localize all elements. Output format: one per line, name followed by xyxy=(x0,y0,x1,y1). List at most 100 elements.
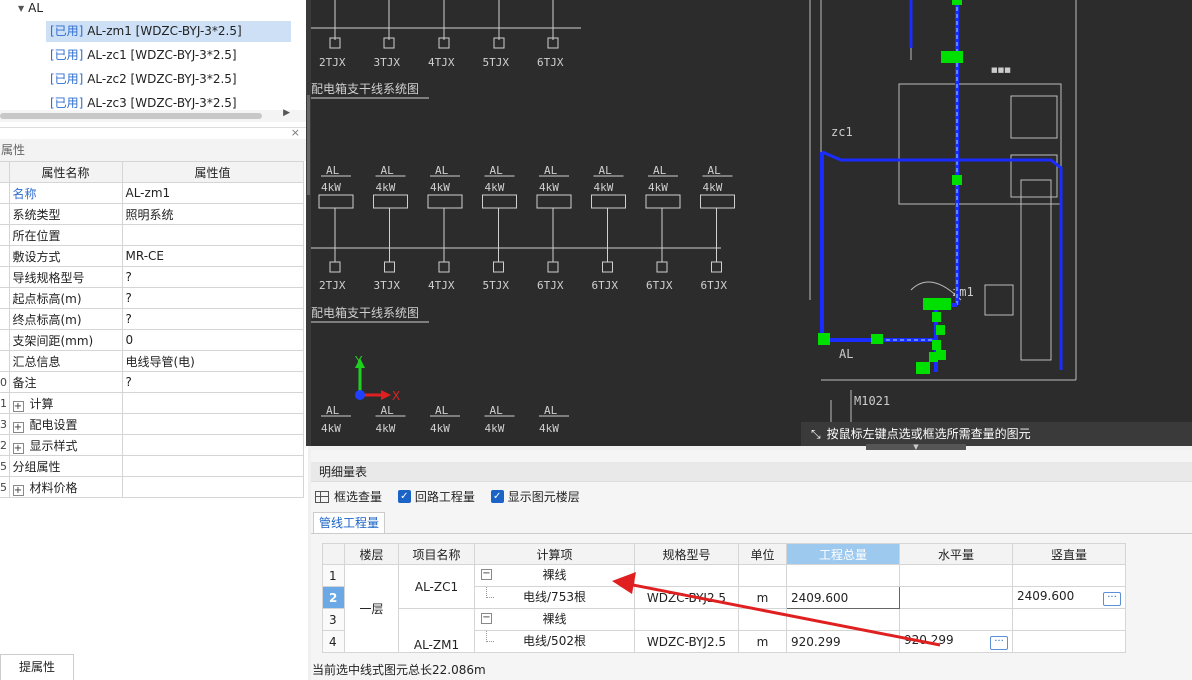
total-cell[interactable] xyxy=(786,608,900,631)
spec-cell[interactable] xyxy=(634,608,739,631)
total-cell-editing[interactable]: 2409.600 xyxy=(786,586,900,609)
property-value[interactable]: AL-zm1 xyxy=(121,182,304,204)
select-quantity-button[interactable]: 框选查量 xyxy=(315,486,382,508)
property-name[interactable]: + 配电设置 xyxy=(8,413,123,435)
property-row[interactable]: 汇总信息 电线导管(电) xyxy=(0,350,304,372)
tree-item-al-zm1[interactable]: [已用] AL-zm1 [WDZC-BYJ-3*2.5] xyxy=(46,21,291,42)
loop-quantity-checkbox[interactable]: ✓ 回路工程量 xyxy=(397,486,475,508)
collapse-minus-icon[interactable]: − xyxy=(481,613,492,624)
property-name[interactable]: 系统类型 xyxy=(8,203,123,225)
tab-pipeline-quantity[interactable]: 管线工程量 xyxy=(313,512,385,534)
cad-canvas[interactable]: 2TJX 3TJX 4TJX 5TJX 6TJX 配电箱支干线系统图 AL 4kW 2TJX… xyxy=(311,0,1192,446)
property-row[interactable]: 支架间距(mm) 0 xyxy=(0,329,304,351)
vertical-cell[interactable]: 2409.600 ··· xyxy=(1012,586,1126,609)
property-row[interactable]: 名称 AL-zm1 xyxy=(0,182,304,204)
property-name[interactable]: + 显示样式 xyxy=(8,434,123,456)
header-vertical[interactable]: 竖直量 xyxy=(1012,543,1126,565)
property-row[interactable]: 所在位置 xyxy=(0,224,304,246)
property-row[interactable]: 导线规格型号? xyxy=(0,266,304,288)
row-number[interactable]: 4 xyxy=(322,630,345,653)
expand-plus-icon[interactable]: + xyxy=(12,442,24,454)
property-row[interactable]: 3 + 配电设置 xyxy=(0,413,304,435)
tree-item-al-zc2[interactable]: [已用] AL-zc2 [WDZC-BYJ-3*2.5] xyxy=(46,69,291,90)
show-floor-checkbox[interactable]: ✓ 显示图元楼层 xyxy=(490,486,580,508)
header-spec[interactable]: 规格型号 xyxy=(634,543,739,565)
expand-plus-icon[interactable]: + xyxy=(12,484,24,496)
total-cell[interactable]: 920.299 xyxy=(786,630,900,653)
property-row[interactable]: 5 + 材料价格 xyxy=(0,476,304,498)
calc-item-cell[interactable]: − 裸线 xyxy=(474,564,635,587)
vertical-cell[interactable] xyxy=(1012,564,1126,587)
property-value[interactable]: 照明系统 xyxy=(121,203,304,225)
property-row[interactable]: 1 + 计算 xyxy=(0,392,304,414)
spec-cell[interactable] xyxy=(634,564,739,587)
spec-cell[interactable]: WDZC-BYJ2.5 xyxy=(634,586,739,609)
calc-item-cell[interactable]: 电线/502根 xyxy=(474,630,635,653)
property-value[interactable] xyxy=(121,455,304,477)
calc-item-cell[interactable]: 电线/753根 xyxy=(474,586,635,609)
unit-cell[interactable] xyxy=(738,564,787,587)
header-unit[interactable]: 单位 xyxy=(738,543,787,565)
unit-cell[interactable]: m xyxy=(738,586,787,609)
scrollbar-thumb[interactable] xyxy=(0,113,262,119)
header-horizontal[interactable]: 水平量 xyxy=(899,543,1013,565)
extract-properties-tab[interactable]: 提属性 xyxy=(0,654,74,680)
header-total-quantity[interactable]: 工程总量 xyxy=(786,543,900,565)
horizontal-cell[interactable] xyxy=(899,586,1013,609)
table-row[interactable]: 1 一层 AL-ZC1 − 裸线 xyxy=(322,564,1126,653)
property-name[interactable]: 汇总信息 xyxy=(8,350,123,372)
row-number[interactable]: 2 xyxy=(322,586,345,609)
collapse-minus-icon[interactable]: − xyxy=(481,569,492,580)
splitter-grip[interactable] xyxy=(307,95,310,195)
vertical-cell[interactable] xyxy=(1012,608,1126,631)
property-value[interactable] xyxy=(121,413,304,435)
property-row[interactable]: 0 备注? xyxy=(0,371,304,393)
property-name[interactable]: 起点标高(m) xyxy=(8,287,123,309)
property-value[interactable]: 电线导管(电) xyxy=(121,350,304,372)
ellipsis-button[interactable]: ··· xyxy=(990,636,1008,650)
scroll-right-icon[interactable]: ▶ xyxy=(283,108,290,118)
spec-cell[interactable]: WDZC-BYJ2.5 xyxy=(634,630,739,653)
property-row[interactable]: 5 分组属性 xyxy=(0,455,304,477)
expand-plus-icon[interactable]: + xyxy=(12,400,24,412)
cad-drawing[interactable]: 2TJX 3TJX 4TJX 5TJX 6TJX 配电箱支干线系统图 AL 4kW 2TJX… xyxy=(311,0,1192,446)
property-value[interactable]: ? xyxy=(121,287,304,309)
tree-horizontal-scrollbar[interactable]: ▶ xyxy=(0,108,306,122)
property-row[interactable]: 敷设方式 MR-CE xyxy=(0,245,304,267)
horizontal-cell[interactable] xyxy=(899,608,1013,631)
property-name[interactable]: 所在位置 xyxy=(8,224,123,246)
property-name[interactable]: + 材料价格 xyxy=(8,476,123,498)
tree-root-al[interactable]: ▼ AL xyxy=(18,0,43,18)
property-value[interactable] xyxy=(121,476,304,498)
row-number[interactable]: 1 xyxy=(322,564,345,587)
horizontal-cell[interactable]: 920.299 ··· xyxy=(899,630,1013,653)
header-floor[interactable]: 楼层 xyxy=(344,543,399,565)
unit-cell[interactable] xyxy=(738,608,787,631)
unit-cell[interactable]: m xyxy=(738,630,787,653)
property-name[interactable]: 支架间距(mm) xyxy=(8,329,123,351)
wire-nodes[interactable] xyxy=(818,0,963,374)
property-name[interactable]: + 计算 xyxy=(8,392,123,414)
ellipsis-button[interactable]: ··· xyxy=(1103,592,1121,606)
property-name[interactable]: 敷设方式 xyxy=(8,245,123,267)
property-row[interactable]: 起点标高(m)? xyxy=(0,287,304,309)
property-name[interactable]: 名称 xyxy=(8,182,123,204)
project-name-cell[interactable]: AL-ZC1 xyxy=(398,564,475,609)
property-value[interactable]: 0 xyxy=(121,329,304,351)
horizontal-cell[interactable] xyxy=(899,564,1013,587)
property-name[interactable]: 导线规格型号 xyxy=(8,266,123,288)
property-value[interactable] xyxy=(121,392,304,414)
checkbox-checked-icon[interactable]: ✓ xyxy=(397,490,411,503)
table-row[interactable]: 3 AL-ZM1 − 裸线 xyxy=(322,608,1126,653)
property-value[interactable]: ? xyxy=(121,371,304,393)
row-number[interactable]: 3 xyxy=(322,608,345,631)
header-calc-item[interactable]: 计算项 xyxy=(474,543,635,565)
property-name[interactable]: 分组属性 xyxy=(8,455,123,477)
vertical-cell[interactable] xyxy=(1012,630,1126,653)
property-row[interactable]: 终点标高(m)? xyxy=(0,308,304,330)
collapse-arrow-icon[interactable]: ▼ xyxy=(18,1,24,17)
close-icon[interactable]: × xyxy=(291,126,300,139)
floor-cell[interactable]: 一层 xyxy=(344,564,399,653)
calc-item-cell[interactable]: − 裸线 xyxy=(474,608,635,631)
property-value[interactable] xyxy=(121,224,304,246)
